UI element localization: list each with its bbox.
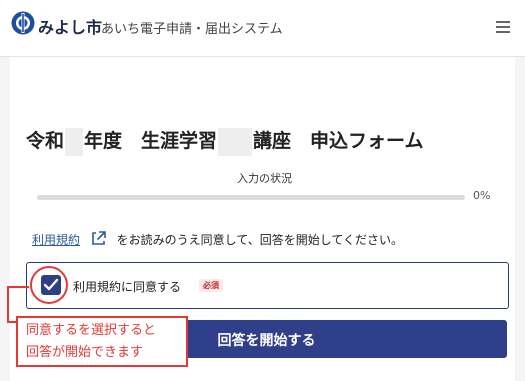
- progress-label: 入力の状況: [237, 172, 292, 185]
- redacted-course-name: [218, 127, 253, 156]
- annotation-line-2: 回答が開始できます: [26, 345, 144, 360]
- terms-sentence: をお読みのうえ同意して、回答を開始してください。: [116, 233, 403, 247]
- title-part-era: 令和: [26, 130, 65, 152]
- city-emblem-icon[interactable]: [11, 11, 35, 35]
- title-part-end: 講座 申込フォーム: [253, 130, 424, 152]
- agree-checkbox-field[interactable]: 利用規約に同意する 必須: [26, 262, 509, 309]
- terms-link[interactable]: 利用規約: [32, 233, 80, 247]
- progress-bar: [37, 195, 465, 200]
- highlight-circle: [30, 266, 68, 304]
- city-name[interactable]: みよし市: [38, 14, 102, 38]
- title-part-middle: 年度 生涯学習: [84, 130, 218, 152]
- redacted-year: [65, 127, 84, 156]
- callout-connector: [7, 286, 29, 288]
- hamburger-menu-icon[interactable]: [496, 21, 510, 33]
- callout-connector: [7, 286, 9, 322]
- terms-instruction: 利用規約 をお読みのうえ同意して、回答を開始してください。: [32, 230, 403, 248]
- annotation-callout: 同意するを選択すると 回答が開始できます: [16, 316, 188, 367]
- required-badge: 必須: [199, 279, 223, 292]
- app-header: みよし市 あいち電子申請・届出システム: [0, 0, 525, 57]
- agree-label[interactable]: 利用規約に同意する: [73, 278, 181, 295]
- form-title: 令和 年度 生涯学習 講座 申込フォーム: [26, 126, 423, 156]
- progress-percent: 0%: [473, 189, 491, 202]
- external-link-icon[interactable]: [90, 230, 107, 247]
- annotation-line-1: 同意するを選択すると: [26, 323, 157, 338]
- system-name: あいち電子申請・届出システム: [101, 22, 283, 37]
